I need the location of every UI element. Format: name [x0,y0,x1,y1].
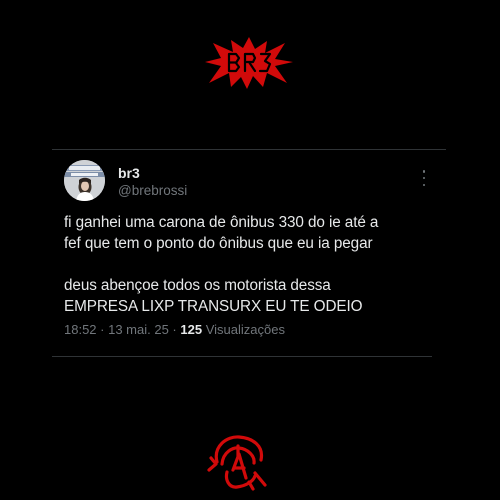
brand-logo-icon [205,37,293,89]
tweet-card[interactable]: br3 @brebrossi fi ganhei uma carona de ô… [64,160,444,338]
tweet-text: fi ganhei uma carona de ônibus 330 do ie… [64,214,379,315]
user-avatar-photo [64,160,105,201]
tweet-header: br3 @brebrossi [64,160,444,204]
bottom-divider [52,356,432,357]
top-divider [52,149,446,150]
tweet-meta: 18:52 · 13 mai. 25 · 125 Visualizações [64,321,444,338]
user-handle[interactable]: @brebrossi [118,182,187,199]
meta-separator: · [96,322,109,337]
views-label: Visualizações [205,322,285,337]
more-options-icon[interactable] [422,170,426,186]
display-name[interactable]: br3 [118,165,187,182]
author-names: br3 @brebrossi [118,165,187,199]
tweet-date[interactable]: 13 mai. 25 [108,322,169,337]
avatar[interactable] [64,160,105,201]
tweet-time[interactable]: 18:52 [64,322,97,337]
handdrawn-symbol-icon [207,435,267,491]
views-count: 125 [180,322,203,337]
canvas: br3 @brebrossi fi ganhei uma carona de ô… [0,0,500,500]
meta-separator: · [168,322,181,337]
